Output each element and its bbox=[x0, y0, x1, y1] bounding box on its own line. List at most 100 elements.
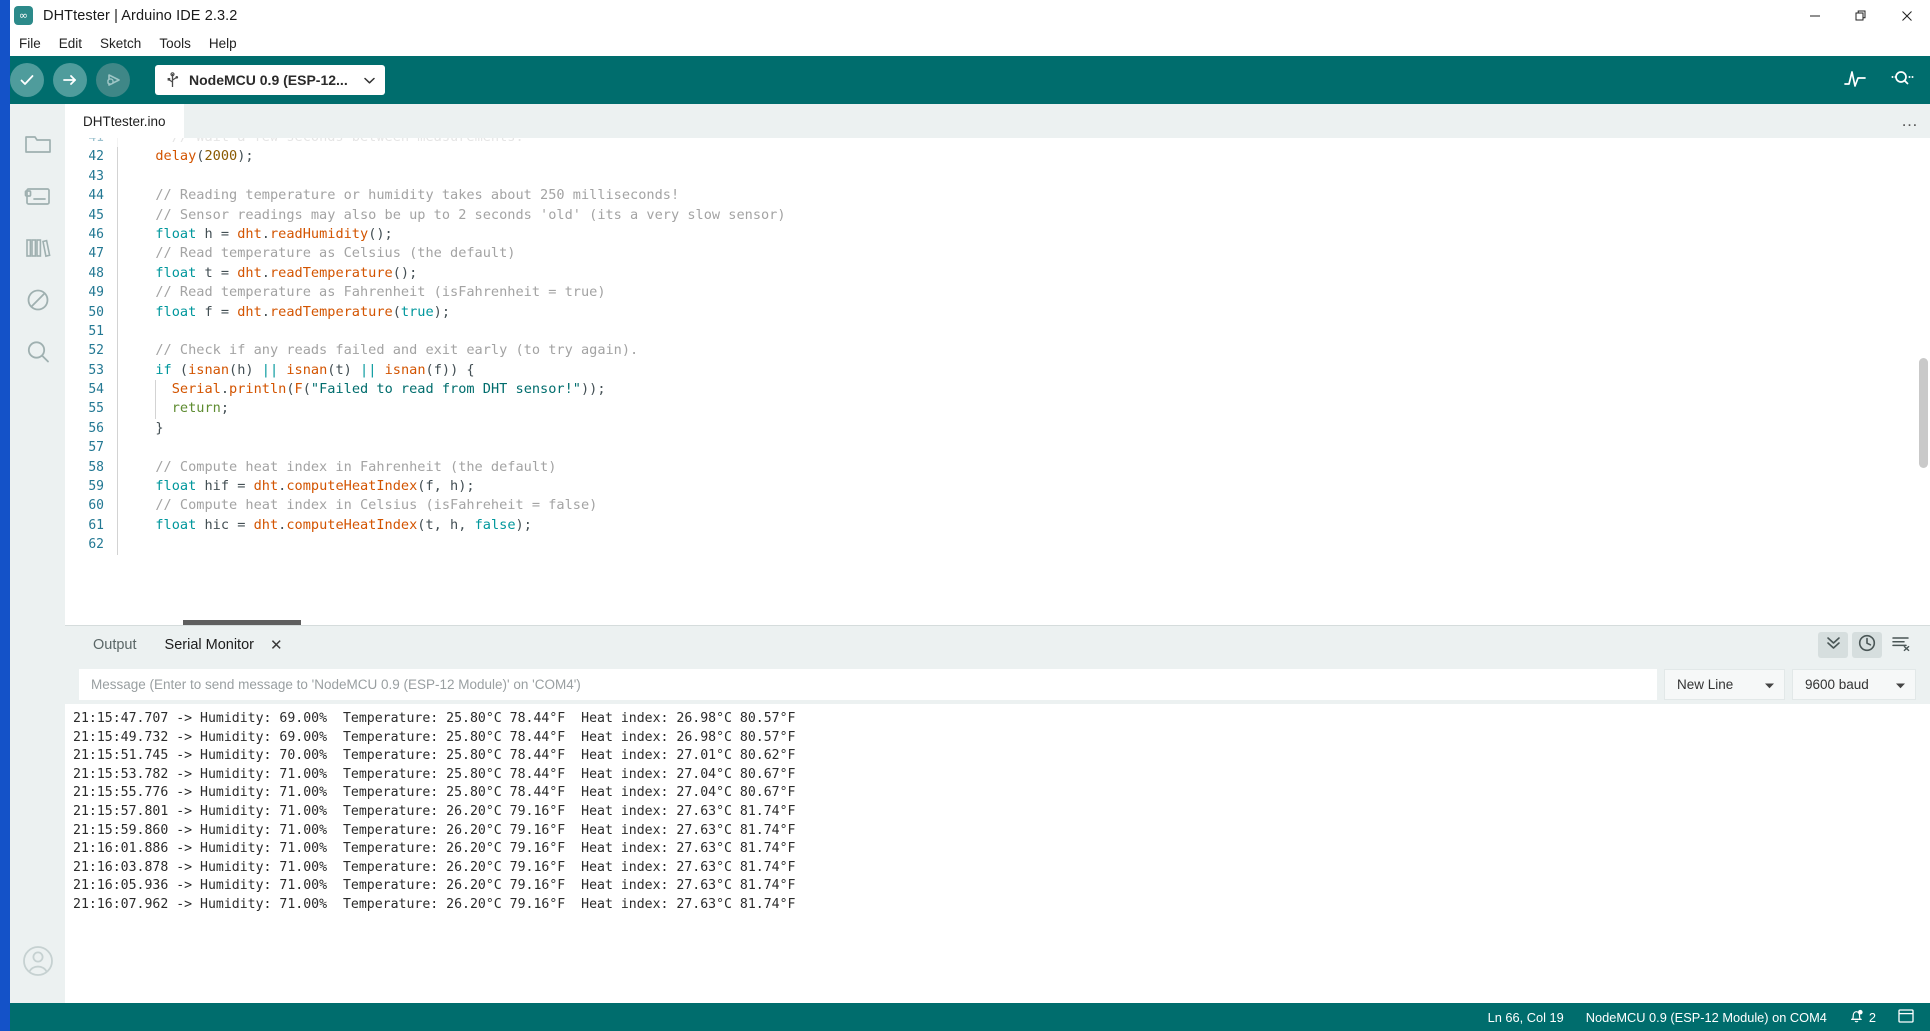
debug-button[interactable] bbox=[96, 63, 130, 97]
baud-rate-select[interactable]: 9600 baud bbox=[1792, 668, 1916, 700]
editor-more-actions-icon[interactable]: … bbox=[1890, 104, 1930, 138]
code-line[interactable]: // Wait a few seconds between measuremen… bbox=[117, 138, 1930, 148]
line-ending-select[interactable]: New Line bbox=[1664, 668, 1785, 700]
menu-tools[interactable]: Tools bbox=[150, 34, 200, 53]
code-token: f = bbox=[196, 303, 238, 320]
line-number: 46 bbox=[88, 226, 104, 242]
tab-dhttester-ino[interactable]: DHTtester.ino bbox=[65, 104, 184, 138]
sidebar-item-search[interactable] bbox=[15, 328, 61, 380]
code-token: return bbox=[171, 400, 221, 417]
indent-guide bbox=[117, 283, 118, 303]
code-line[interactable] bbox=[117, 535, 1930, 555]
code-line[interactable] bbox=[117, 438, 1930, 458]
menu-file[interactable]: File bbox=[10, 34, 50, 53]
arrow-right-icon bbox=[60, 70, 80, 90]
code-line[interactable]: // Check if any reads failed and exit ea… bbox=[117, 341, 1930, 361]
code-line[interactable]: // Compute heat index in Fahrenheit (the… bbox=[117, 457, 1930, 478]
minimize-icon[interactable] bbox=[1792, 0, 1838, 31]
activity-bar bbox=[10, 104, 65, 1003]
code-line[interactable]: float hif = dht.computeHeatIndex(f, h); bbox=[117, 477, 1930, 497]
indent-guide bbox=[117, 477, 118, 497]
code-line[interactable]: float h = dht.readHumidity(); bbox=[117, 224, 1930, 245]
code-token: readHumidity bbox=[269, 225, 369, 242]
upload-button[interactable] bbox=[53, 63, 87, 97]
tab-serial-monitor[interactable]: Serial Monitor bbox=[151, 637, 268, 653]
code-line[interactable]: } bbox=[117, 418, 1930, 439]
verify-button[interactable] bbox=[10, 63, 44, 97]
code-line[interactable]: // Read temperature as Celsius (the defa… bbox=[117, 244, 1930, 264]
code-token: hic = bbox=[196, 516, 254, 533]
code-token: // Sensor readings may also be up to 2 s… bbox=[155, 206, 786, 223]
status-bar: Ln 66, Col 19 NodeMCU 0.9 (ESP-12 Module… bbox=[0, 1003, 1930, 1031]
serial-console-output[interactable]: 21:15:47.707 -> Humidity: 69.00% Tempera… bbox=[65, 704, 1930, 1003]
timestamp-toggle[interactable] bbox=[1852, 632, 1882, 658]
code-line[interactable]: // Read temperature as Fahrenheit (isFah… bbox=[117, 283, 1930, 303]
code-line[interactable]: float f = dht.readTemperature(true); bbox=[117, 302, 1930, 322]
editor-vertical-scrollbar[interactable] bbox=[1919, 358, 1928, 468]
line-number: 41 bbox=[65, 138, 117, 147]
line-number: 55 bbox=[88, 401, 104, 417]
indent-guide bbox=[117, 341, 118, 361]
restore-icon[interactable] bbox=[1838, 0, 1884, 31]
indent-guide bbox=[155, 380, 156, 400]
code-line[interactable] bbox=[117, 321, 1930, 342]
code-line[interactable]: // Compute heat index in Celsius (isFahr… bbox=[117, 496, 1930, 516]
board-port-status[interactable]: NodeMCU 0.9 (ESP-12 Module) on COM4 bbox=[1586, 1010, 1827, 1025]
code-token: )); bbox=[580, 381, 606, 398]
window-accent-stripe bbox=[0, 0, 10, 31]
tab-output[interactable]: Output bbox=[79, 637, 151, 653]
sidebar-item-debug[interactable] bbox=[15, 276, 61, 328]
sidebar-item-boards-manager[interactable] bbox=[15, 172, 61, 224]
serial-message-input[interactable] bbox=[79, 668, 1657, 700]
code-token: // Read temperature as Celsius (the defa… bbox=[155, 245, 516, 262]
code-line[interactable]: if (isnan(h) || isnan(t) || isnan(f)) { bbox=[117, 360, 1930, 381]
line-number: 56 bbox=[88, 420, 104, 436]
serial-plotter-button[interactable] bbox=[1840, 65, 1870, 95]
notification-count: 2 bbox=[1868, 1009, 1876, 1025]
menu-bar: File Edit Sketch Tools Help bbox=[0, 31, 1930, 56]
code-line[interactable]: Serial.println(F("Failed to read from DH… bbox=[117, 380, 1930, 400]
serial-monitor-button[interactable] bbox=[1886, 65, 1916, 95]
line-number: 60 bbox=[88, 498, 104, 514]
notifications-button[interactable]: 2 bbox=[1849, 1008, 1876, 1027]
close-icon[interactable] bbox=[1884, 0, 1930, 31]
cursor-position: Ln 66, Col 19 bbox=[1487, 1009, 1564, 1025]
console-line: 21:15:53.782 -> Humidity: 71.00% Tempera… bbox=[73, 766, 796, 782]
toggle-bottom-panel-button[interactable] bbox=[1898, 1008, 1914, 1026]
code-token: (t) bbox=[327, 361, 361, 378]
close-serial-monitor-icon[interactable]: ✕ bbox=[270, 636, 283, 654]
code-token: ( bbox=[286, 381, 295, 398]
sidebar-item-library-manager[interactable] bbox=[15, 224, 61, 276]
code-line[interactable] bbox=[117, 166, 1930, 187]
code-line[interactable]: // Sensor readings may also be up to 2 s… bbox=[117, 205, 1930, 225]
menu-sketch[interactable]: Sketch bbox=[91, 34, 150, 53]
menu-edit[interactable]: Edit bbox=[50, 34, 91, 53]
line-number: 53 bbox=[88, 362, 104, 378]
sidebar-item-sketchbook[interactable] bbox=[15, 120, 61, 172]
console-line: 21:16:05.936 -> Humidity: 71.00% Tempera… bbox=[73, 878, 796, 894]
code-token: hif = bbox=[196, 478, 254, 495]
code-content[interactable]: // Wait a few seconds between measuremen… bbox=[117, 138, 1930, 625]
code-line[interactable]: float t = dht.readTemperature(); bbox=[117, 263, 1930, 284]
menu-help[interactable]: Help bbox=[200, 34, 246, 53]
editor-horizontal-scrollbar[interactable] bbox=[183, 620, 301, 625]
window-title: DHTtester | Arduino IDE 2.3.2 bbox=[43, 7, 238, 24]
usb-icon bbox=[165, 71, 180, 89]
indent-guide bbox=[117, 166, 118, 187]
autoscroll-toggle[interactable] bbox=[1818, 632, 1848, 658]
code-editor[interactable]: 41 42 43 44 45 46 47 48 49 50 51 52 53 54 55 56 57 58 59 60… bbox=[65, 138, 1930, 625]
line-number: 47 bbox=[88, 246, 104, 262]
line-number: 61 bbox=[88, 517, 104, 533]
code-line[interactable]: // Reading temperature or humidity takes… bbox=[117, 186, 1930, 206]
code-line[interactable]: float hic = dht.computeHeatIndex(t, h, f… bbox=[117, 515, 1930, 536]
account-button[interactable] bbox=[15, 937, 61, 989]
code-line[interactable]: return; bbox=[117, 399, 1930, 419]
code-token: // Compute heat index in Fahrenheit (the… bbox=[155, 458, 557, 475]
code-line[interactable]: delay(2000); bbox=[117, 147, 1930, 167]
clear-lines-icon bbox=[1891, 634, 1911, 657]
board-selector[interactable]: NodeMCU 0.9 (ESP-12... bbox=[155, 65, 385, 95]
code-token: float bbox=[155, 478, 197, 495]
clear-output-button[interactable] bbox=[1886, 632, 1916, 658]
